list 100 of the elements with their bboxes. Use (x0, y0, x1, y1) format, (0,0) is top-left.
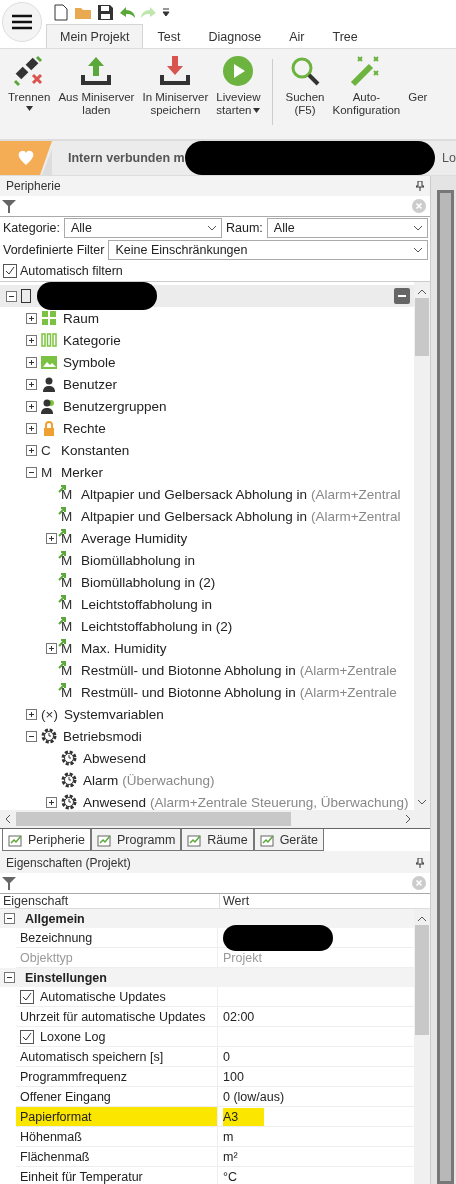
tree-item-label[interactable]: Leichtstoffabholung in (2) (81, 618, 233, 634)
tree-item-label[interactable]: Abwesend (83, 750, 147, 766)
column-header[interactable]: Eigenschaft (0, 894, 220, 908)
checkbox[interactable] (3, 264, 17, 278)
new-file-icon (54, 3, 68, 21)
panel-tab[interactable]: Peripherie (2, 829, 91, 851)
ribbon-tab[interactable]: Air (275, 24, 319, 48)
property-value[interactable]: 100 (223, 1067, 244, 1086)
ribbon-button[interactable]: Liveview starten (212, 55, 265, 139)
ribbon-tab[interactable]: Diagnose (194, 24, 276, 48)
collapse-toggle[interactable] (26, 466, 37, 478)
room-dropdown[interactable]: Alle (266, 218, 428, 238)
menu-icon (12, 14, 32, 30)
ribbon-button[interactable]: Aus Miniserver laden (54, 55, 139, 139)
collapse-toggle[interactable] (4, 913, 15, 924)
scrollbar-thumb[interactable] (415, 925, 429, 1035)
scrollbar-thumb[interactable] (415, 298, 429, 356)
predefined-filter-dropdown[interactable]: Keine Einschränkungen (108, 240, 428, 260)
expand-toggle[interactable] (26, 444, 37, 456)
collapse-toggle[interactable] (26, 730, 37, 742)
category-dropdown[interactable]: Alle (64, 218, 222, 238)
tree-item-label[interactable]: Biomüllabholung in (81, 552, 196, 568)
tree-item-label[interactable]: Raum (63, 310, 99, 326)
caret-icon (25, 106, 33, 111)
collapse-toggle[interactable] (4, 972, 15, 983)
tree-item-label[interactable]: Average Humidity (81, 530, 188, 546)
tree-item-label[interactable]: Leichtstoffabholung in (81, 596, 213, 612)
expand-toggle[interactable] (26, 312, 37, 324)
ribbon-tab[interactable]: Mein Projekt (46, 24, 144, 48)
checkbox-label: Automatisch filtern (20, 264, 123, 278)
expand-toggle[interactable] (26, 334, 37, 346)
tree-item-label[interactable]: Systemvariablen (63, 706, 164, 722)
property-value[interactable]: °C (223, 1167, 238, 1184)
tree-item-label[interactable]: Konstanten (61, 442, 130, 458)
ribbon-button[interactable]: In Miniserver speichern (138, 55, 213, 139)
panel-tab[interactable]: Geräte (253, 829, 324, 851)
collapse-all-icon[interactable] (394, 288, 410, 304)
ribbon-button[interactable]: Trennen (4, 55, 55, 139)
property-value[interactable]: 02:00 (223, 1007, 255, 1026)
expand-toggle[interactable] (46, 532, 57, 544)
collapse-toggle[interactable] (6, 290, 17, 302)
ribbon-tab[interactable]: Test (143, 24, 195, 48)
property-value[interactable]: A3 (223, 1107, 265, 1126)
vertical-scrollbar[interactable] (414, 282, 430, 810)
tree-item-label[interactable]: Merker (61, 464, 103, 480)
tree-item-label[interactable]: Symbole (63, 354, 116, 370)
document-chart-icon (8, 832, 24, 847)
image-icon (41, 354, 57, 370)
scrollbar-thumb[interactable] (16, 812, 291, 826)
expand-toggle[interactable] (26, 356, 37, 368)
expand-toggle[interactable] (26, 422, 37, 434)
chevron-up-icon[interactable] (417, 288, 427, 296)
chevron-down-icon[interactable] (417, 798, 427, 806)
panel-tab[interactable]: Räume (181, 829, 254, 851)
new-button[interactable] (52, 3, 70, 21)
ribbon-button[interactable]: Ger (404, 55, 432, 139)
tree-item-label[interactable]: Kategorie (63, 332, 121, 348)
tree-item-label[interactable]: Betriebsmodi (63, 728, 142, 744)
tree-item-label[interactable]: Anwesend (83, 794, 147, 810)
tree-item-label[interactable]: Benutzergruppen (63, 398, 167, 414)
tree-item-label[interactable]: Restmüll- und Biotonne Abholung in (81, 662, 296, 678)
tree-item-label[interactable]: Altpapier und Gelbersack Abholung in (81, 486, 307, 502)
chevron-up-icon[interactable] (417, 915, 427, 923)
property-value[interactable]: m² (223, 1147, 238, 1166)
expand-toggle[interactable] (46, 642, 57, 654)
expand-toggle[interactable] (46, 796, 57, 808)
gear-clock-icon (61, 772, 77, 788)
expand-toggle[interactable] (26, 400, 37, 412)
property-value[interactable]: 0 (low/aus) (223, 1087, 285, 1106)
tree-item-label[interactable]: Max. Humidity (81, 640, 167, 656)
menu-button[interactable] (2, 2, 42, 42)
filter-field[interactable] (0, 196, 430, 217)
expand-toggle[interactable] (26, 708, 37, 720)
ribbon-button[interactable]: Auto- Konfiguration (328, 55, 405, 139)
property-value[interactable]: m (223, 1127, 234, 1146)
undo-icon (118, 5, 136, 19)
customize-caret-icon[interactable] (162, 7, 170, 17)
expand-toggle[interactable] (26, 378, 37, 390)
checkbox[interactable] (20, 989, 34, 1004)
checkbox[interactable] (20, 1029, 34, 1044)
tree-item-label[interactable]: Alarm (83, 772, 119, 788)
vertical-scrollbar[interactable] (414, 909, 430, 1184)
tree-item-label[interactable]: Benutzer (63, 376, 118, 392)
tree-item-label[interactable]: Biomüllabholung in (2) (81, 574, 216, 590)
property-value[interactable]: 0 (223, 1047, 230, 1066)
horizontal-scrollbar[interactable] (0, 810, 430, 828)
pin-icon[interactable] (416, 858, 424, 868)
property-name: Papierformat (20, 1109, 92, 1124)
ribbon-tab[interactable]: Tree (318, 24, 372, 48)
chevron-left-icon[interactable] (4, 814, 12, 824)
tree-item-label[interactable]: Altpapier und Gelbersack Abholung in (81, 508, 307, 524)
column-header[interactable]: Wert (220, 894, 430, 908)
save-button[interactable] (96, 3, 114, 21)
tree-item-label[interactable]: Restmüll- und Biotonne Abholung in (81, 684, 296, 700)
panel-tab[interactable]: Programm (91, 829, 182, 851)
property-name: Automatisch speichern [s] (20, 1049, 164, 1064)
ribbon-button[interactable]: Suchen (F5) (281, 55, 329, 139)
tree-item-label[interactable]: Rechte (63, 420, 106, 436)
pin-icon[interactable] (416, 181, 424, 191)
chevron-right-icon[interactable] (404, 814, 412, 824)
